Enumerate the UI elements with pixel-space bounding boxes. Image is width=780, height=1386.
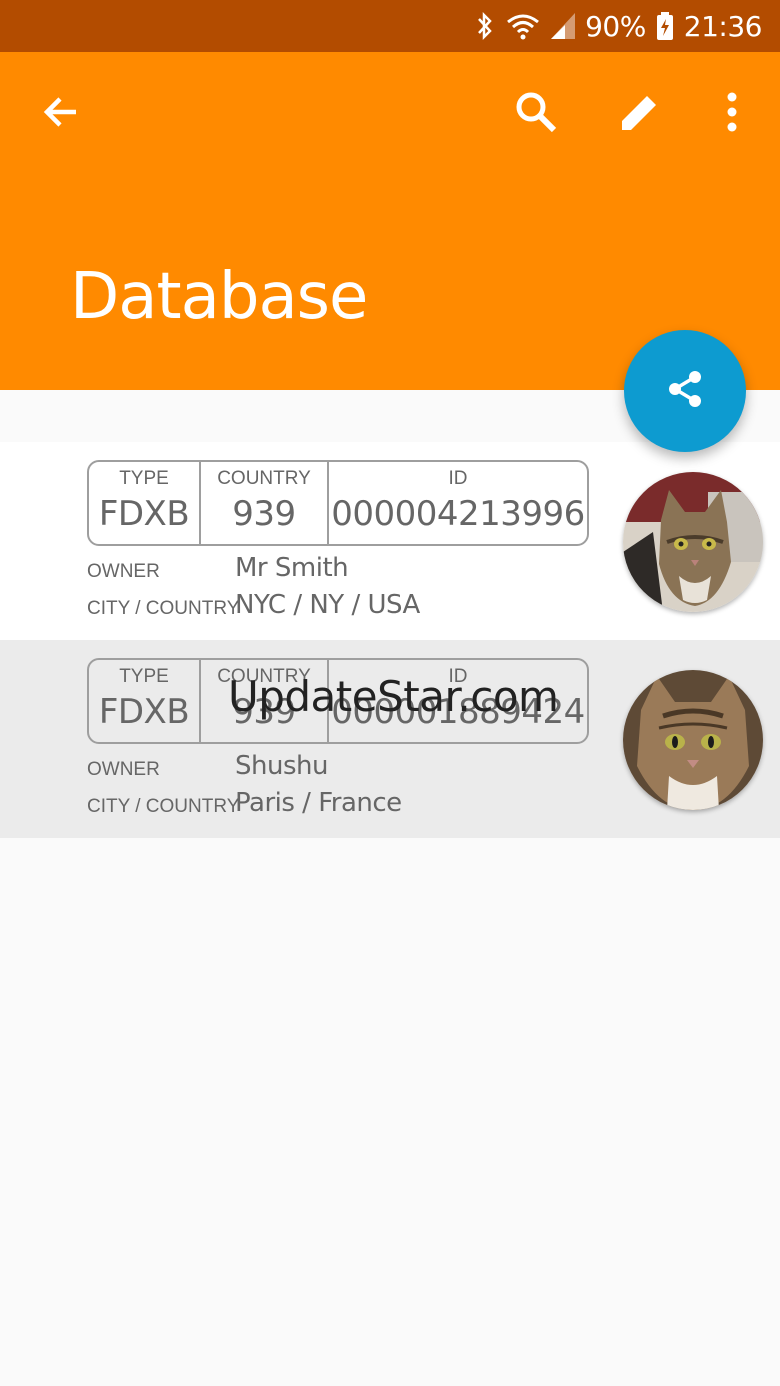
pet-avatar[interactable] xyxy=(623,472,763,612)
owner-value: Shushu xyxy=(235,751,328,781)
wifi-icon xyxy=(505,12,541,40)
city-country-label: CITY / COUNTRY xyxy=(87,796,240,817)
battery-percent: 90% xyxy=(585,9,646,43)
city-country-value: Paris / France xyxy=(235,788,402,818)
owner-label: OWNER xyxy=(87,561,160,582)
list-item[interactable]: TYPE FDXB COUNTRY 939 ID 000001889424 OW… xyxy=(0,640,780,838)
list-item[interactable]: TYPE FDXB COUNTRY 939 ID 000004213996 OW… xyxy=(0,442,780,640)
type-cell: TYPE FDXB xyxy=(89,462,201,544)
city-country-value: NYC / NY / USA xyxy=(235,590,420,620)
battery-icon xyxy=(656,11,674,41)
chip-info-box: TYPE FDXB COUNTRY 939 ID 000004213996 xyxy=(87,460,589,546)
id-cell: ID 000004213996 xyxy=(329,462,587,544)
page-title: Database xyxy=(70,260,368,334)
city-country-label: CITY / COUNTRY xyxy=(87,598,240,619)
record-list: TYPE FDXB COUNTRY 939 ID 000004213996 OW… xyxy=(0,442,780,838)
country-cell: COUNTRY 939 xyxy=(201,462,329,544)
share-icon xyxy=(665,369,705,414)
edit-pencil-icon[interactable] xyxy=(610,82,670,142)
type-value: FDXB xyxy=(98,494,190,534)
country-label: COUNTRY xyxy=(217,468,311,489)
id-label: ID xyxy=(448,468,468,489)
status-bar: 90% 21:36 xyxy=(0,0,780,52)
type-label: TYPE xyxy=(119,666,169,687)
country-value: 939 xyxy=(232,494,296,534)
pet-avatar[interactable] xyxy=(623,670,763,810)
signal-icon xyxy=(551,13,576,39)
search-icon[interactable] xyxy=(506,82,566,142)
watermark: UpdateStar.com xyxy=(228,672,559,721)
id-value: 000004213996 xyxy=(331,494,585,534)
more-vert-icon[interactable] xyxy=(702,82,762,142)
back-arrow-icon[interactable] xyxy=(30,82,90,142)
bluetooth-icon xyxy=(475,11,495,41)
type-cell: TYPE FDXB xyxy=(89,660,201,742)
owner-value: Mr Smith xyxy=(235,553,349,583)
type-label: TYPE xyxy=(119,468,169,489)
share-button[interactable] xyxy=(624,330,746,452)
type-value: FDXB xyxy=(98,692,190,732)
owner-label: OWNER xyxy=(87,759,160,780)
clock: 21:36 xyxy=(683,9,763,43)
